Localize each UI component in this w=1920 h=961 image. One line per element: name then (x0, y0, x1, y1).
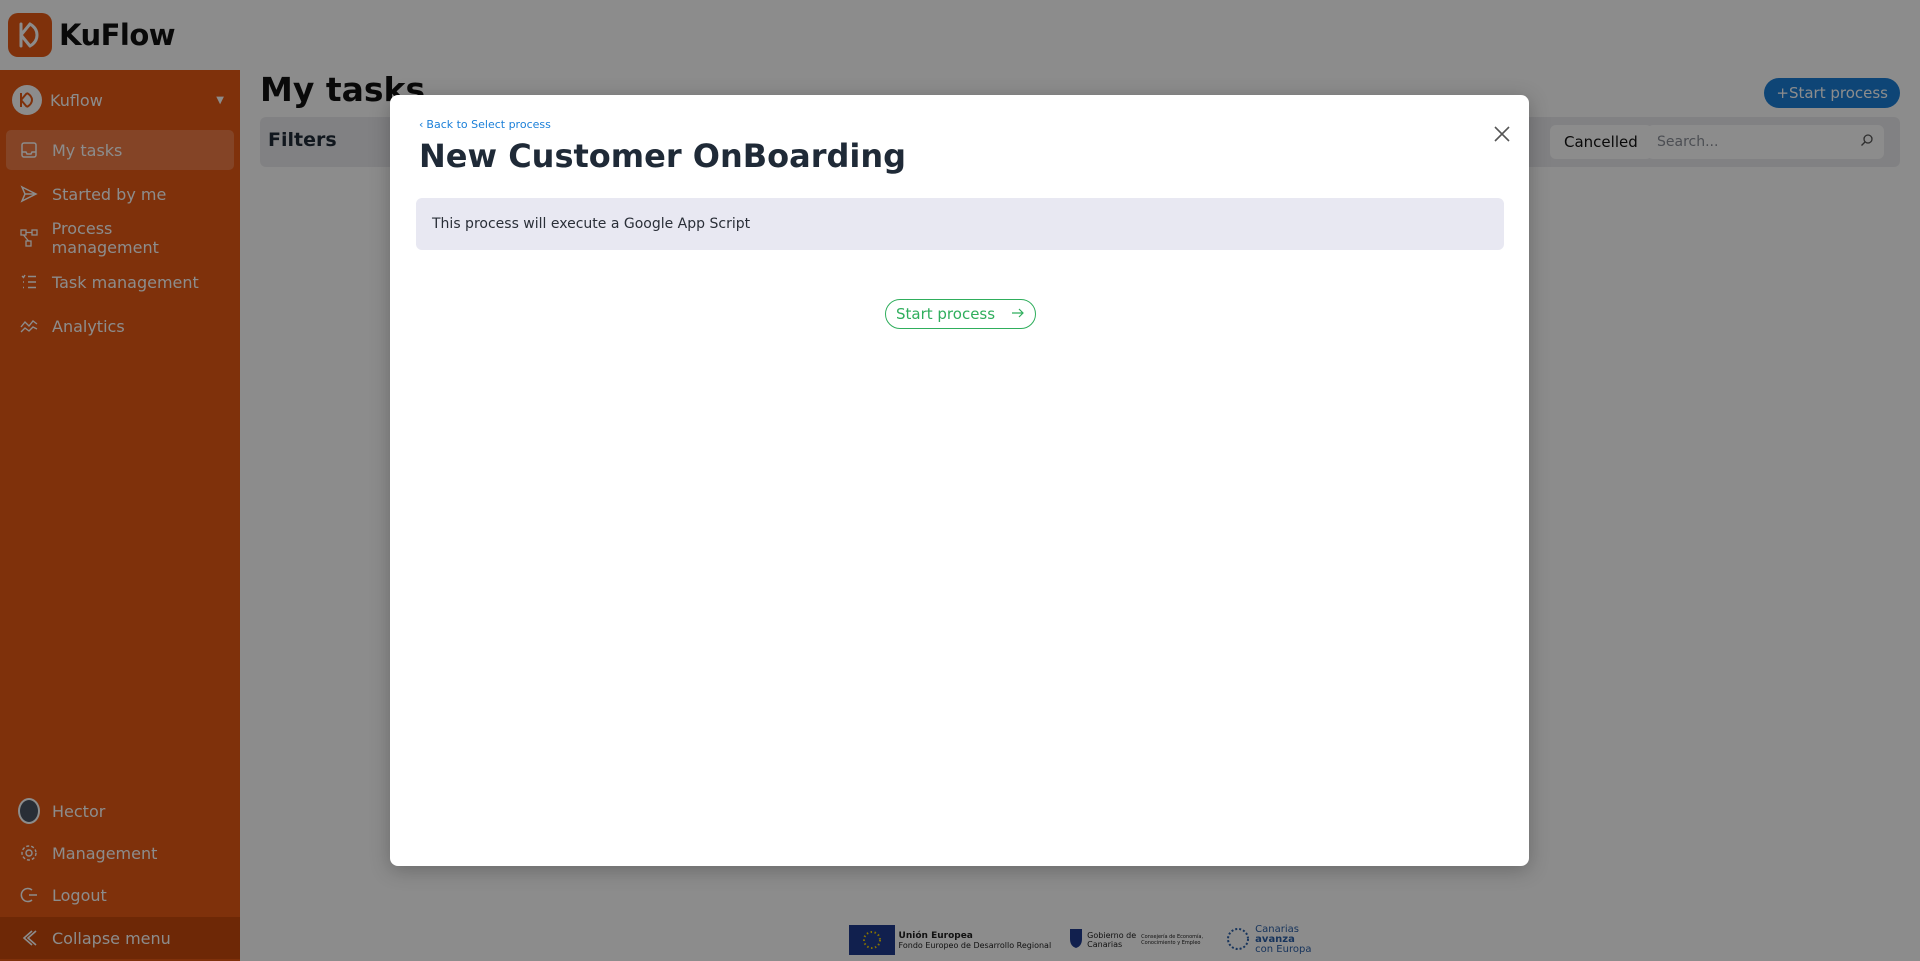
chevron-left-icon: ‹ (419, 118, 424, 131)
modal-start-process-button[interactable]: Start process (885, 299, 1036, 329)
back-link-label: Back to Select process (426, 118, 551, 131)
process-description: This process will execute a Google App S… (416, 198, 1504, 250)
modal-start-process-label: Start process (896, 305, 996, 323)
process-description-text: This process will execute a Google App S… (432, 216, 751, 232)
back-to-select-process-link[interactable]: ‹ Back to Select process (419, 118, 551, 131)
start-process-modal: ‹ Back to Select process New Customer On… (390, 95, 1529, 866)
arrow-right-icon (1011, 305, 1025, 323)
modal-title: New Customer OnBoarding (419, 137, 907, 175)
close-icon[interactable] (1491, 123, 1513, 145)
